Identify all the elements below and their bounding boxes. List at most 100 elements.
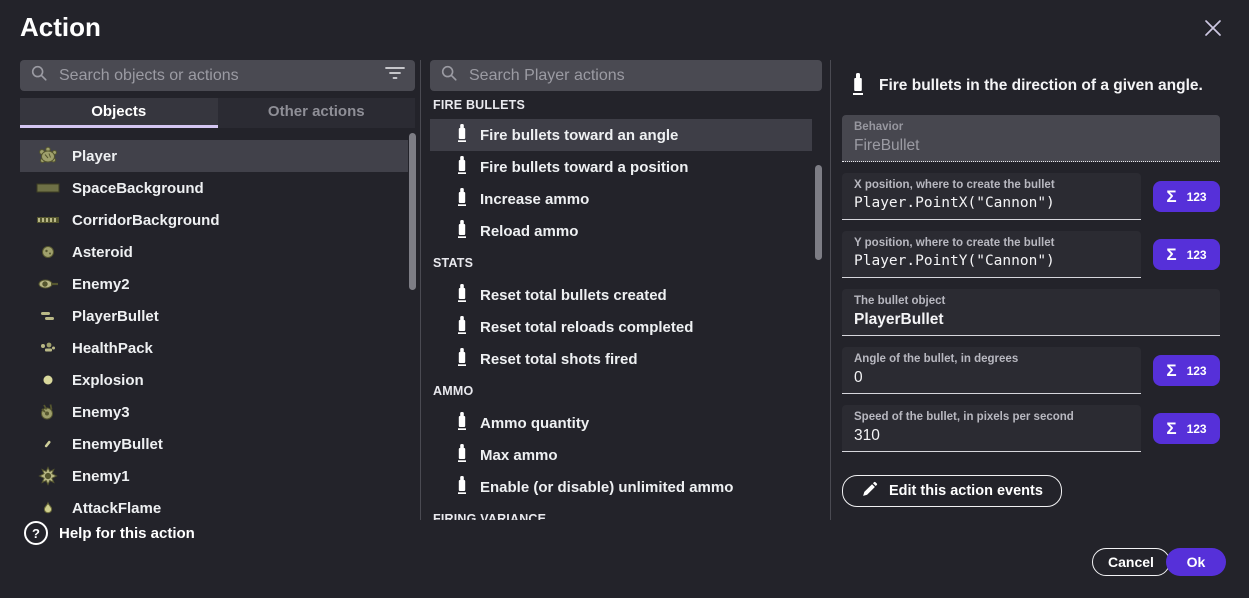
bullet-icon <box>458 220 466 243</box>
bullet-icon <box>458 476 466 499</box>
attackflame-object-icon <box>36 496 60 520</box>
bullet-icon <box>458 156 466 179</box>
action-label: Fire bullets toward an angle <box>480 127 678 144</box>
action-list-item[interactable]: Enable (or disable) unlimited ammo <box>430 471 812 503</box>
tab-other-actions[interactable]: Other actions <box>218 98 416 128</box>
actions-search-input[interactable] <box>467 66 812 86</box>
object-list-item[interactable]: Player <box>20 140 408 172</box>
parameter-field[interactable]: Y position, where to create the bulletPl… <box>842 231 1141 278</box>
parameter-value: 0 <box>854 369 1129 387</box>
action-description-row: Fire bullets in the direction of a given… <box>842 70 1220 102</box>
object-list-item[interactable]: Enemy1 <box>20 460 408 492</box>
tab-objects[interactable]: Objects <box>20 98 218 128</box>
parameter-field[interactable]: The bullet objectPlayerBullet <box>842 289 1220 336</box>
action-dialog: Action ObjectsOther actions PlayerSpaceB… <box>0 0 1249 598</box>
corridorbackground-object-icon <box>36 208 60 232</box>
action-list-item[interactable]: Max ammo <box>430 439 812 471</box>
action-list-item[interactable]: Reset total shots fired <box>430 343 812 375</box>
object-list-item[interactable]: SpaceBackground <box>20 172 408 204</box>
action-label: Fire bullets toward a position <box>480 159 688 176</box>
sigma-icon: Σ <box>1166 420 1176 437</box>
parameter-label: Speed of the bullet, in pixels per secon… <box>854 411 1129 423</box>
action-list-item[interactable]: Increase ammo <box>430 183 812 215</box>
search-icon <box>440 64 458 87</box>
action-label: Max ammo <box>480 447 558 464</box>
help-icon: ? <box>24 521 48 545</box>
action-label: Enable (or disable) unlimited ammo <box>480 479 733 496</box>
object-list-item[interactable]: Explosion <box>20 364 408 396</box>
action-label: Reset total bullets created <box>480 287 667 304</box>
object-list-item[interactable]: AttackFlame <box>20 492 408 520</box>
object-label: SpaceBackground <box>72 180 204 197</box>
object-label: Player <box>72 148 117 165</box>
action-list-item[interactable]: Fire bullets toward a position <box>430 151 812 183</box>
cancel-button[interactable]: Cancel <box>1092 548 1170 576</box>
action-list-item[interactable]: Reset total reloads completed <box>430 311 812 343</box>
parameter-row: Speed of the bullet, in pixels per secon… <box>842 405 1220 452</box>
object-list-item[interactable]: EnemyBullet <box>20 428 408 460</box>
objects-search-input[interactable] <box>57 66 385 86</box>
objects-scrollbar[interactable] <box>409 133 416 290</box>
object-label: PlayerBullet <box>72 308 159 325</box>
close-button[interactable] <box>1198 14 1228 44</box>
object-list-item[interactable]: Enemy3 <box>20 396 408 428</box>
expression-editor-button[interactable]: Σ123 <box>1153 181 1220 212</box>
help-link[interactable]: ? Help for this action <box>24 521 195 545</box>
action-list-item[interactable]: Reload ammo <box>430 215 812 247</box>
spacebackground-object-icon <box>36 176 60 200</box>
objects-panel: ObjectsOther actions Player SpaceBackgrou… <box>20 60 415 520</box>
panel-divider <box>830 60 831 520</box>
object-list-item[interactable]: Enemy2 <box>20 268 408 300</box>
sigma-icon: Σ <box>1166 246 1176 263</box>
object-list-item[interactable]: CorridorBackground <box>20 204 408 236</box>
parameter-field[interactable]: X position, where to create the bulletPl… <box>842 173 1141 220</box>
close-icon <box>1204 19 1222 40</box>
parameter-value: PlayerBullet <box>854 311 1208 329</box>
parameter-label: X position, where to create the bullet <box>854 179 1129 191</box>
parameter-label: Angle of the bullet, in degrees <box>854 353 1129 365</box>
action-list-item[interactable]: Ammo quantity <box>430 407 812 439</box>
action-list-item[interactable]: Fire bullets toward an angle <box>430 119 812 151</box>
enemy2-object-icon <box>36 272 60 296</box>
search-icon <box>30 64 48 87</box>
object-label: HealthPack <box>72 340 153 357</box>
parameter-label: Behavior <box>854 121 1208 133</box>
bullet-icon <box>458 316 466 339</box>
bullet-icon <box>458 348 466 371</box>
bullet-icon <box>458 124 466 147</box>
bullet-icon <box>458 444 466 467</box>
numeric-123-icon: 123 <box>1187 423 1207 435</box>
expression-editor-button[interactable]: Σ123 <box>1153 239 1220 270</box>
ok-button[interactable]: Ok <box>1166 548 1226 576</box>
action-label: Increase ammo <box>480 191 589 208</box>
object-label: Enemy1 <box>72 468 130 485</box>
action-list: FIRE BULLETS Fire bullets toward an angle… <box>430 91 822 520</box>
parameter-row: X position, where to create the bulletPl… <box>842 173 1220 220</box>
sigma-icon: Σ <box>1166 362 1176 379</box>
actions-scrollbar[interactable] <box>815 165 822 260</box>
expression-editor-button[interactable]: Σ 123 <box>1153 413 1220 444</box>
object-list-item[interactable]: Asteroid <box>20 236 408 268</box>
action-description: Fire bullets in the direction of a given… <box>879 77 1203 95</box>
action-section-header: FIRE BULLETS <box>430 91 822 119</box>
parameter-field[interactable]: Speed of the bullet, in pixels per secon… <box>842 405 1141 452</box>
help-label: Help for this action <box>59 525 195 542</box>
object-label: AttackFlame <box>72 500 161 517</box>
parameter-field[interactable]: Angle of the bullet, in degrees 0 <box>842 347 1141 394</box>
enemybullet-object-icon <box>36 432 60 456</box>
parameter-row: BehaviorFireBullet <box>842 115 1220 162</box>
object-label: Enemy3 <box>72 404 130 421</box>
object-label: CorridorBackground <box>72 212 220 229</box>
parameter-value: Player.PointY("Cannon") <box>854 253 1129 269</box>
object-list-item[interactable]: PlayerBullet <box>20 300 408 332</box>
action-list-item[interactable]: Reset total bullets created <box>430 279 812 311</box>
action-section-header: AMMO <box>430 375 822 407</box>
filter-icon[interactable] <box>385 65 405 86</box>
expression-editor-button[interactable]: Σ123 <box>1153 355 1220 386</box>
objects-search <box>20 60 415 91</box>
parameter-row: The bullet objectPlayerBullet <box>842 289 1220 336</box>
parameter-row: Y position, where to create the bulletPl… <box>842 231 1220 278</box>
edit-action-events-button[interactable]: Edit this action events <box>842 475 1062 507</box>
actions-panel: FIRE BULLETS Fire bullets toward an angle… <box>430 60 822 520</box>
object-list-item[interactable]: HealthPack <box>20 332 408 364</box>
